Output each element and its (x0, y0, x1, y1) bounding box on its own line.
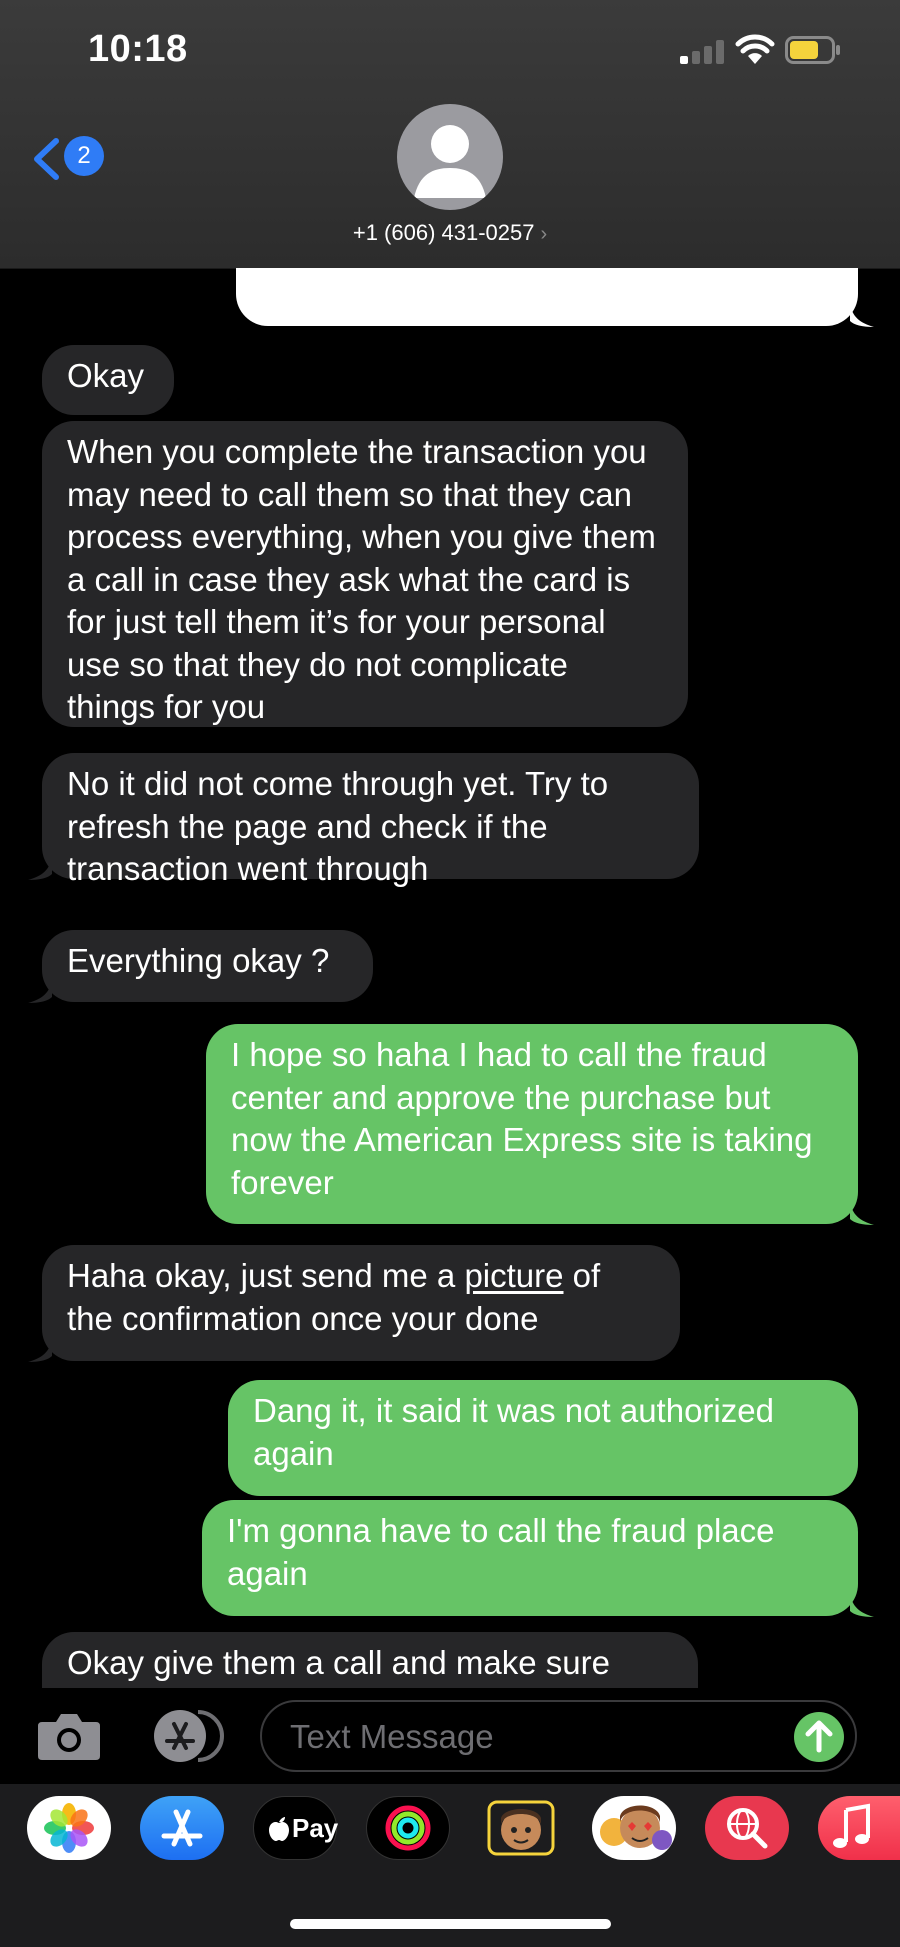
message-text: Dang it, it said it was not authorized a… (253, 1392, 774, 1472)
outgoing-message[interactable]: Dang it, it said it was not authorized a… (228, 1380, 858, 1496)
send-button[interactable] (794, 1712, 844, 1762)
bubble-tail (850, 303, 874, 327)
activity-rings-icon (385, 1805, 431, 1851)
contact-avatar[interactable] (397, 104, 503, 210)
memoji-app-icon[interactable] (479, 1796, 563, 1860)
app-store-app-icon[interactable] (140, 1796, 224, 1860)
previous-message-bubble[interactable] (236, 268, 858, 326)
apple-logo-icon (269, 1817, 289, 1841)
music-note-icon (833, 1803, 870, 1848)
animoji-stickers-app-icon[interactable] (592, 1796, 676, 1860)
incoming-message[interactable]: When you complete the transaction you ma… (42, 421, 688, 727)
incoming-message[interactable]: Okay (42, 345, 174, 415)
incoming-message[interactable]: Okay give them a call and make sure (42, 1632, 698, 1688)
outgoing-message[interactable]: I'm gonna have to call the fraud place a… (202, 1500, 858, 1616)
wifi-icon (735, 34, 775, 64)
incoming-message[interactable]: Everything okay ? (42, 930, 373, 1002)
contact-phone-number: +1 (606) 431-0257 (352, 220, 535, 245)
search-images-app-icon[interactable] (705, 1796, 789, 1860)
chevron-left-icon (34, 138, 59, 180)
sticker-faces-icon (600, 1805, 672, 1850)
apple-pay-app-icon[interactable]: Pay (253, 1796, 339, 1860)
home-indicator[interactable] (290, 1919, 611, 1929)
photos-app-icon[interactable] (27, 1796, 111, 1860)
bubble-tail (28, 856, 52, 880)
chevron-right-icon: › (540, 223, 548, 245)
bubble-tail (28, 1338, 52, 1362)
photos-flower-icon (44, 1803, 94, 1853)
message-text: Okay give them a call and make sure (67, 1644, 610, 1681)
outgoing-message[interactable]: I hope so haha I had to call the fraud c… (206, 1024, 858, 1224)
app-store-a-icon (161, 1809, 203, 1847)
bubble-tail (28, 979, 52, 1003)
camera-button[interactable] (36, 1710, 102, 1762)
message-input-field[interactable] (260, 1700, 857, 1772)
music-app-icon[interactable] (818, 1796, 900, 1860)
status-time: 10:18 (88, 28, 188, 70)
app-store-button[interactable] (148, 1708, 224, 1764)
incoming-message[interactable]: No it did not come through yet. Try to r… (42, 753, 699, 887)
message-text: Okay (67, 357, 145, 394)
battery-icon (785, 36, 840, 64)
message-text: Everything okay ? (67, 942, 330, 979)
incoming-message[interactable]: Haha okay, just send me a picture of the… (42, 1245, 680, 1361)
message-text: Haha okay, just send me a (67, 1257, 465, 1294)
fitness-app-icon[interactable] (366, 1796, 450, 1860)
magnifying-glass-globe-icon (727, 1808, 768, 1849)
message-link[interactable]: picture (464, 1257, 563, 1294)
contact-name-link[interactable]: +1 (606) 431-0257 › (0, 220, 900, 246)
bubble-tail (850, 1593, 874, 1617)
memoji-face-icon (487, 1800, 555, 1856)
message-input[interactable] (288, 1710, 772, 1764)
message-text: I hope so haha I had to call the fraud c… (231, 1036, 813, 1201)
arrow-up-icon (805, 1720, 833, 1753)
bubble-tail (850, 1201, 874, 1225)
cellular-signal-icon (680, 40, 724, 64)
unread-count-badge: 2 (64, 136, 104, 176)
apple-pay-label: Pay (292, 1813, 339, 1843)
message-text: No it did not come through yet. Try to r… (67, 765, 609, 887)
person-icon (414, 125, 486, 198)
message-text: I'm gonna have to call the fraud place a… (227, 1512, 775, 1592)
message-thread[interactable]: Okay When you complete the transaction y… (0, 268, 900, 1688)
back-button[interactable]: 2 (32, 136, 112, 182)
status-bar: 10:18 (0, 0, 900, 100)
message-text: When you complete the transaction you ma… (67, 433, 656, 725)
